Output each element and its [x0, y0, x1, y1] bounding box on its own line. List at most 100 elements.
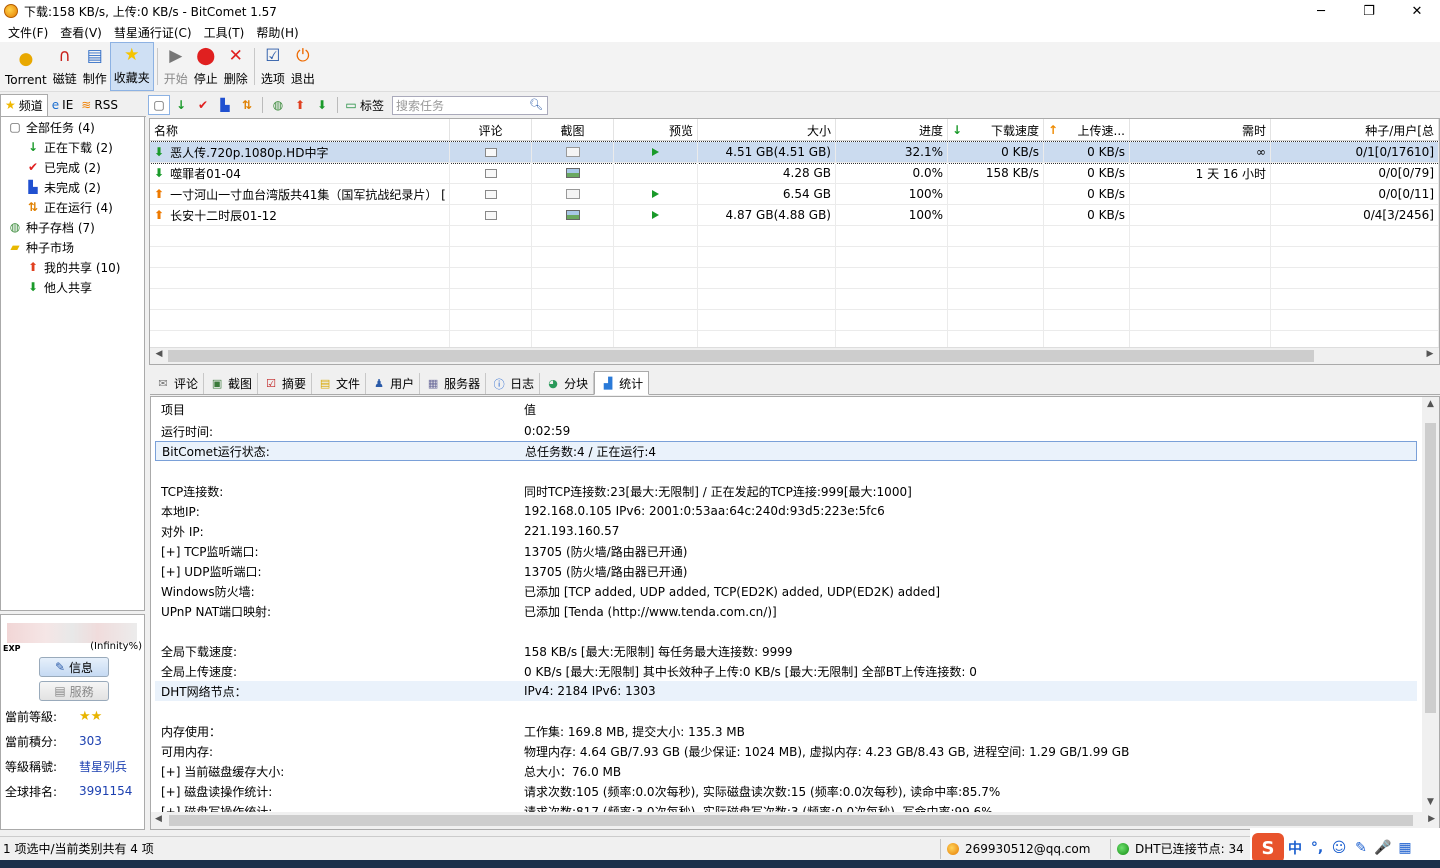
downloading-filter-icon[interactable]: ↓: [170, 95, 192, 115]
task-list-hscrollbar[interactable]: ◀ ▶: [150, 347, 1439, 364]
preview-play-icon[interactable]: [652, 190, 659, 198]
scroll-down-icon[interactable]: ▼: [1422, 797, 1439, 807]
preview-play-icon[interactable]: [652, 211, 659, 219]
tree-item-completed[interactable]: ✔ 已完成 (2): [1, 157, 144, 177]
stats-row[interactable]: [155, 461, 1417, 481]
stop-button[interactable]: ⬤ 停止: [191, 42, 221, 91]
stats-row[interactable]: 内存使用： 工作集: 169.8 MB, 提交大小: 135.3 MB: [155, 721, 1417, 741]
tree-item-torrent-market[interactable]: ▰ 种子市场: [1, 237, 144, 257]
stats-row[interactable]: 全局上传速度: 0 KB/s [最大:无限制] 其中长效种子上传:0 KB/s […: [155, 661, 1417, 681]
exit-button[interactable]: ⏻ 退出: [288, 42, 318, 91]
stats-row[interactable]: BitComet运行状态: 总任务数:4 / 正在运行:4: [155, 441, 1417, 461]
stats-row[interactable]: 对外 IP: 221.193.160.57: [155, 521, 1417, 541]
tab-statistics[interactable]: ▟ 统计: [594, 371, 650, 395]
task-row[interactable]: ⬆ 一寸河山一寸血台湾版共41集（国军抗战纪录片） [6.54 GB 100% 0 K…: [150, 184, 1439, 205]
stats-row[interactable]: 可用内存: 物理内存: 4.64 GB/7.93 GB (最少保证: 1024 M…: [155, 741, 1417, 761]
col-name[interactable]: 名称 ⌃: [150, 119, 450, 141]
stats-row[interactable]: UPnP NAT端口映射: 已添加 [Tenda (http://www.tend…: [155, 601, 1417, 621]
magnet-button[interactable]: ∩ 磁链: [50, 42, 80, 91]
col-comment[interactable]: 评论: [450, 119, 532, 141]
running-filter-icon[interactable]: ⇅: [236, 95, 258, 115]
task-row[interactable]: ⬇ 恶人传.720p.1080p.HD中字 4.51 GB(4.51 GB) 32.1…: [150, 141, 1439, 164]
screenshot-icon[interactable]: [565, 210, 580, 220]
scroll-thumb[interactable]: [169, 815, 1413, 826]
share-up-filter-icon[interactable]: ⬆: [289, 95, 311, 115]
tab-comments[interactable]: ✉ 评论: [150, 373, 205, 394]
stats-row[interactable]: 本地IP: 192.168.0.105 IPv6: 2001:0:53aa:64c…: [155, 501, 1417, 521]
share-down-filter-icon[interactable]: ⬇: [311, 95, 333, 115]
stats-row[interactable]: [155, 621, 1417, 641]
stats-row[interactable]: [+] 磁盘读操作统计: 请求次数:105 (频率:0.0次每秒), 实际磁盘读次…: [155, 781, 1417, 801]
emoji-icon[interactable]: ☺: [1328, 840, 1350, 856]
tag-icon[interactable]: ▭: [342, 95, 360, 115]
comment-icon[interactable]: [484, 168, 497, 178]
minimize-button[interactable]: ─: [1298, 0, 1344, 22]
tree-item-running[interactable]: ⇅ 正在运行 (4): [1, 197, 144, 217]
handwriting-icon[interactable]: ✎: [1350, 840, 1372, 856]
sogou-logo-icon[interactable]: S: [1252, 833, 1284, 863]
scroll-thumb[interactable]: [168, 350, 1314, 362]
options-button[interactable]: ☑ 选项: [258, 42, 288, 91]
col-upload-speed[interactable]: ↑ 上传速...: [1044, 119, 1130, 141]
ime-language-toggle[interactable]: 中: [1284, 838, 1306, 858]
comment-icon[interactable]: [484, 189, 497, 199]
scroll-right-icon[interactable]: ▶: [1422, 349, 1438, 359]
stats-row[interactable]: 运行时间: 0:02:59: [155, 421, 1417, 441]
tree-item-all-tasks[interactable]: ▢ 全部任务 (4): [1, 117, 144, 137]
start-button[interactable]: ▶ 开始: [161, 42, 191, 91]
stats-row[interactable]: [+] 当前磁盘缓存大小: 总大小：76.0 MB: [155, 761, 1417, 781]
stats-row[interactable]: TCP连接数: 同时TCP连接数:23[最大:无限制] / 正在发起的TCP连接:…: [155, 481, 1417, 501]
col-screenshot[interactable]: 截图: [532, 119, 614, 141]
menu-view[interactable]: 查看(V): [54, 24, 108, 41]
col-eta[interactable]: 需时: [1130, 119, 1271, 141]
preview-play-icon[interactable]: [652, 148, 659, 156]
dht-status[interactable]: DHT已连接节点: 34: [1110, 838, 1250, 859]
stats-row[interactable]: Windows防火墙: 已添加 [TCP added, UDP added, TC…: [155, 581, 1417, 601]
tab-rss[interactable]: ≋ RSS: [77, 94, 122, 116]
tree-item-my-shares[interactable]: ⬆ 我的共享 (10): [1, 257, 144, 277]
punctuation-icon[interactable]: °,: [1306, 840, 1328, 856]
torrent-button[interactable]: ● Torrent: [2, 42, 50, 91]
tab-ie[interactable]: e IE: [48, 94, 78, 116]
make-torrent-button[interactable]: ▤ 制作: [80, 42, 110, 91]
microphone-icon[interactable]: 🎤: [1372, 840, 1394, 856]
close-button[interactable]: ✕: [1394, 0, 1440, 22]
completed-filter-icon[interactable]: ✔: [192, 95, 214, 115]
tab-pieces[interactable]: ◕ 分块: [540, 373, 595, 394]
incomplete-filter-icon[interactable]: ▙: [214, 95, 236, 115]
stats-row[interactable]: 全局下载速度: 158 KB/s [最大:无限制] 每任务最大连接数: 9999: [155, 641, 1417, 661]
col-seeds-peers[interactable]: 种子/用户[总: [1271, 119, 1439, 141]
stats-row[interactable]: [+] TCP监听端口: 13705 (防火墙/路由器已开通): [155, 541, 1417, 561]
account-status[interactable]: 269930512@qq.com: [940, 838, 1110, 859]
service-button[interactable]: ▤ 服務: [39, 681, 109, 701]
tree-item-others-shares[interactable]: ⬇ 他人共享: [1, 277, 144, 297]
delete-button[interactable]: ✕ 删除: [221, 42, 251, 91]
tab-screenshots[interactable]: ▣ 截图: [204, 373, 259, 394]
menu-tools[interactable]: 工具(T): [198, 24, 251, 41]
screenshot-empty-icon[interactable]: [565, 189, 580, 199]
col-size[interactable]: 大小: [698, 119, 836, 141]
info-button[interactable]: ✎ 信息: [39, 657, 109, 677]
tab-log[interactable]: ⓘ 日志: [486, 373, 541, 394]
stats-hscrollbar[interactable]: ◀ ▶: [151, 812, 1439, 829]
stats-row[interactable]: [+] UDP监听端口: 13705 (防火墙/路由器已开通): [155, 561, 1417, 581]
col-download-speed[interactable]: ↓ 下载速度: [948, 119, 1044, 141]
tree-item-downloading[interactable]: ↓ 正在下载 (2): [1, 137, 144, 157]
scroll-thumb[interactable]: [1425, 423, 1436, 713]
screenshot-icon[interactable]: [565, 168, 580, 178]
tab-trackers[interactable]: ▦ 服务器: [420, 373, 487, 394]
favorites-button[interactable]: ★ 收藏夹: [109, 42, 154, 91]
col-progress[interactable]: 进度: [836, 119, 948, 141]
task-row[interactable]: ⬆ 长安十二时辰01-12 4.87 GB(4.88 GB) 100% 0 KB/s 0/…: [150, 205, 1439, 226]
stats-vscrollbar[interactable]: ▲ ▼: [1422, 397, 1439, 812]
tree-item-incomplete[interactable]: ▙ 未完成 (2): [1, 177, 144, 197]
scroll-up-icon[interactable]: ▲: [1422, 399, 1439, 409]
comment-icon[interactable]: [484, 210, 497, 220]
maximize-button[interactable]: ❐: [1346, 0, 1392, 22]
tab-files[interactable]: ▤ 文件: [312, 373, 367, 394]
archive-filter-icon[interactable]: ◍: [267, 95, 289, 115]
tree-item-torrent-archive[interactable]: ◍ 种子存档 (7): [1, 217, 144, 237]
stats-row[interactable]: DHT网络节点： IPv4: 2184 IPv6: 1303: [155, 681, 1417, 701]
menu-comet-pass[interactable]: 彗星通行证(C): [108, 24, 198, 41]
menu-file[interactable]: 文件(F): [2, 24, 54, 41]
